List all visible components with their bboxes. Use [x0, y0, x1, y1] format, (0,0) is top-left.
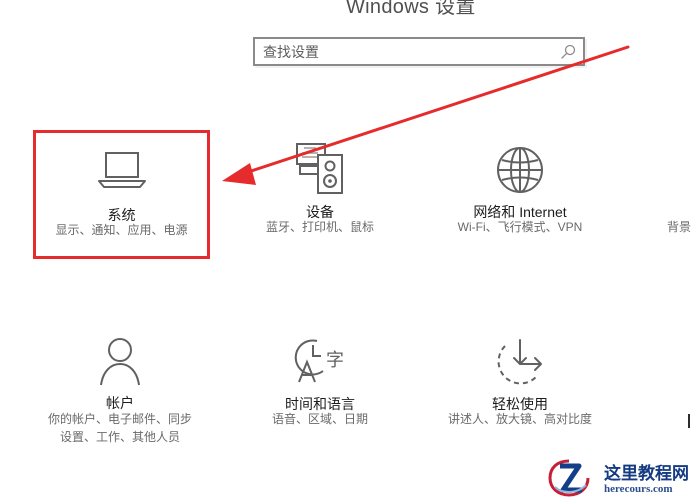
search-icon[interactable] — [559, 43, 577, 61]
laptop-icon — [97, 152, 146, 188]
tile-description-accounts: 你的帐户、电子邮件、同步 设置、工作、其他人员 — [37, 410, 203, 446]
devices-icon — [296, 143, 343, 194]
settings-tile-ease-of-access[interactable]: 轻松使用 讲述人、放大镜、高对比度 — [435, 332, 605, 452]
tile-description-ease-of-access: 讲述人、放大镜、高对比度 — [447, 412, 592, 426]
tile-description-network: Wi-Fi、飞行模式、VPN — [457, 220, 583, 234]
settings-tile-time-language[interactable]: 字 时间和语言 语音、区域、日期 — [237, 332, 403, 452]
page-title: Windows 设置 — [346, 0, 476, 18]
tile-description-accounts-line-2: 设置、工作、其他人员 — [59, 430, 180, 444]
svg-text:字: 字 — [326, 350, 344, 370]
search-box[interactable] — [253, 37, 585, 66]
scroll-edge-marker — [688, 414, 690, 428]
watermark-title: 这里教程网 — [604, 464, 689, 483]
settings-tile-devices[interactable]: 设备 蓝牙、打印机、鼠标 — [237, 140, 403, 260]
watermark-url: herecours.com — [604, 483, 673, 495]
watermark-logo-icon — [548, 459, 590, 497]
settings-tile-system[interactable]: 系统 显示、通知、应用、电源 — [33, 130, 210, 259]
watermark: 这里教程网 herecours.com — [538, 453, 693, 502]
tile-description-system: 显示、通知、应用、电源 — [55, 223, 188, 237]
tile-description-personalization: 背景 — [667, 220, 692, 234]
settings-tile-personalization[interactable]: 背景 — [664, 140, 693, 260]
person-icon — [100, 338, 140, 386]
settings-tile-accounts[interactable]: 帐户 你的帐户、电子邮件、同步 设置、工作、其他人员 — [37, 332, 203, 452]
settings-tile-network[interactable]: 网络和 Internet Wi-Fi、飞行模式、VPN — [435, 140, 605, 260]
tile-description-time-language: 语音、区域、日期 — [271, 412, 368, 426]
globe-icon — [497, 147, 543, 193]
tile-description-accounts-line-1: 你的帐户、电子邮件、同步 — [47, 412, 192, 426]
search-input[interactable] — [263, 43, 548, 61]
tile-description-devices: 蓝牙、打印机、鼠标 — [265, 220, 374, 234]
time-language-icon: 字 — [294, 339, 344, 383]
ease-of-access-icon — [497, 339, 542, 385]
